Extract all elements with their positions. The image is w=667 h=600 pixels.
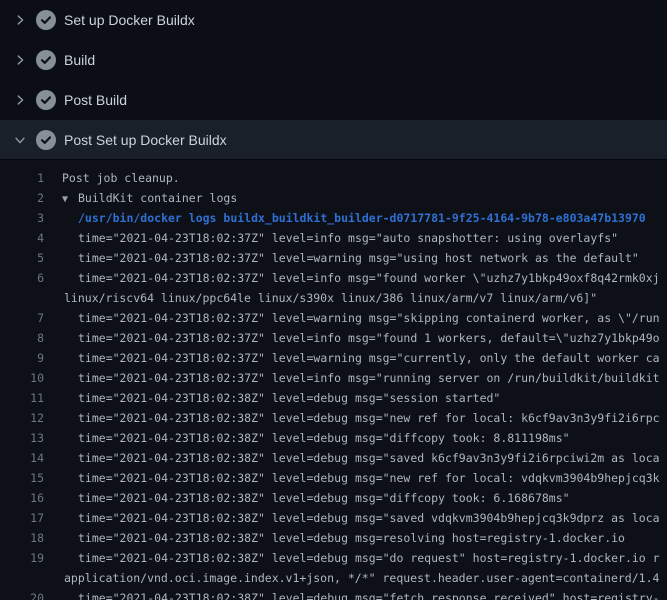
step-label: Post Build [64,92,127,108]
log-line-number[interactable]: 9 [0,348,44,368]
step-label: Set up Docker Buildx [64,12,195,28]
check-circle-icon [36,50,56,70]
log-line: linux/riscv64 linux/ppc64le linux/s390x … [0,288,667,308]
log-line-number[interactable]: 13 [0,428,44,448]
log-line: 12 time="2021-04-23T18:02:38Z" level=debu… [0,408,667,428]
log-text: time="2021-04-23T18:02:38Z" level=debug … [78,411,660,425]
step-label: Post Set up Docker Buildx [64,132,227,148]
log-text: time="2021-04-23T18:02:38Z" level=debug … [78,431,570,445]
log-line: 5 time="2021-04-23T18:02:37Z" level=warni… [0,248,667,268]
log-line: 9 time="2021-04-23T18:02:37Z" level=warni… [0,348,667,368]
log-line-number[interactable]: 19 [0,548,44,568]
log-text: Post job cleanup. [62,171,180,185]
log-line-number[interactable]: 15 [0,468,44,488]
log-text: time="2021-04-23T18:02:38Z" level=debug … [78,551,660,565]
check-circle-icon [36,90,56,110]
log-line-number[interactable]: 7 [0,308,44,328]
log-text: time="2021-04-23T18:02:37Z" level=info m… [78,231,618,245]
log-text: time="2021-04-23T18:02:37Z" level=warnin… [78,311,660,325]
log-line: 2 ▼BuildKit container logs [0,188,667,208]
log-line-number[interactable]: 20 [0,588,44,600]
log-line-number[interactable]: 1 [0,168,44,188]
log-line: 16 time="2021-04-23T18:02:38Z" level=debu… [0,488,667,508]
log-line: 19 time="2021-04-23T18:02:38Z" level=debu… [0,548,667,568]
log-group-title[interactable]: BuildKit container logs [78,191,237,205]
log-text: time="2021-04-23T18:02:37Z" level=info m… [78,271,660,285]
log-line-number[interactable]: 18 [0,528,44,548]
log-line-number[interactable]: 2 [0,188,44,208]
log-text: time="2021-04-23T18:02:37Z" level=warnin… [78,251,639,265]
log-line: 14 time="2021-04-23T18:02:38Z" level=debu… [0,448,667,468]
log-text: time="2021-04-23T18:02:38Z" level=debug … [78,591,660,600]
step-post-build[interactable]: Post Build [0,80,667,120]
log-line: 4 time="2021-04-23T18:02:37Z" level=info … [0,228,667,248]
log-line-number[interactable]: 10 [0,368,44,388]
log-text: time="2021-04-23T18:02:38Z" level=debug … [78,491,570,505]
log-line: application/vnd.oci.image.index.v1+json,… [0,568,667,588]
step-build[interactable]: Build [0,40,667,80]
step-post-set-up-docker-buildx[interactable]: Post Set up Docker Buildx [0,120,667,160]
log-text: time="2021-04-23T18:02:38Z" level=debug … [78,451,660,465]
steps-list: Set up Docker Buildx Build Post Buil [0,0,667,160]
log-line: 15 time="2021-04-23T18:02:38Z" level=debu… [0,468,667,488]
log-command-text: /usr/bin/docker logs buildx_buildkit_bui… [78,211,646,225]
log-line: 7 time="2021-04-23T18:02:37Z" level=warni… [0,308,667,328]
log-text-wrapped: application/vnd.oci.image.index.v1+json,… [64,571,659,585]
log-line: 8 time="2021-04-23T18:02:37Z" level=info … [0,328,667,348]
log-line-number[interactable]: 16 [0,488,44,508]
chevron-down-icon[interactable] [12,132,28,148]
check-circle-icon [36,130,56,150]
step-set-up-docker-buildx[interactable]: Set up Docker Buildx [0,0,667,40]
log-line-number[interactable]: 6 [0,268,44,288]
log-text: time="2021-04-23T18:02:37Z" level=info m… [78,331,660,345]
group-collapse-triangle-icon[interactable]: ▼ [62,190,78,208]
log-line-number[interactable]: 8 [0,328,44,348]
log-text: time="2021-04-23T18:02:38Z" level=debug … [78,531,625,545]
step-label: Build [64,52,95,68]
log-text: time="2021-04-23T18:02:38Z" level=debug … [78,391,500,405]
chevron-right-icon[interactable] [12,52,28,68]
log-line-number[interactable]: 12 [0,408,44,428]
log-line: 17 time="2021-04-23T18:02:38Z" level=debu… [0,508,667,528]
chevron-right-icon[interactable] [12,92,28,108]
log-line: 13 time="2021-04-23T18:02:38Z" level=debu… [0,428,667,448]
log-line: 1 Post job cleanup. [0,168,667,188]
log-line: 6 time="2021-04-23T18:02:37Z" level=info … [0,268,667,288]
log-text: time="2021-04-23T18:02:37Z" level=info m… [78,371,660,385]
log-text-wrapped: linux/riscv64 linux/ppc64le linux/s390x … [64,291,597,305]
log-text: time="2021-04-23T18:02:38Z" level=debug … [78,471,660,485]
log-line-number[interactable]: 5 [0,248,44,268]
log-line-number[interactable] [0,288,44,308]
log-line: 11 time="2021-04-23T18:02:38Z" level=debu… [0,388,667,408]
check-circle-icon [36,10,56,30]
log-output[interactable]: 1 Post job cleanup. 2 ▼BuildKit container l… [0,160,667,600]
log-line: 3/usr/bin/docker logs buildx_buildkit_bu… [0,208,667,228]
log-line-number[interactable]: 3 [0,208,44,228]
log-text: time="2021-04-23T18:02:37Z" level=warnin… [78,351,660,365]
log-line: 18 time="2021-04-23T18:02:38Z" level=debu… [0,528,667,548]
log-line: 20 time="2021-04-23T18:02:38Z" level=debu… [0,588,667,600]
log-line-number[interactable]: 17 [0,508,44,528]
log-line-number[interactable] [0,568,44,588]
log-line-number[interactable]: 14 [0,448,44,468]
log-line-number[interactable]: 4 [0,228,44,248]
log-line-number[interactable]: 11 [0,388,44,408]
log-text: time="2021-04-23T18:02:38Z" level=debug … [78,511,660,525]
actions-log-viewer: Set up Docker Buildx Build Post Buil [0,0,667,600]
chevron-right-icon[interactable] [12,12,28,28]
log-line: 10 time="2021-04-23T18:02:37Z" level=info… [0,368,667,388]
